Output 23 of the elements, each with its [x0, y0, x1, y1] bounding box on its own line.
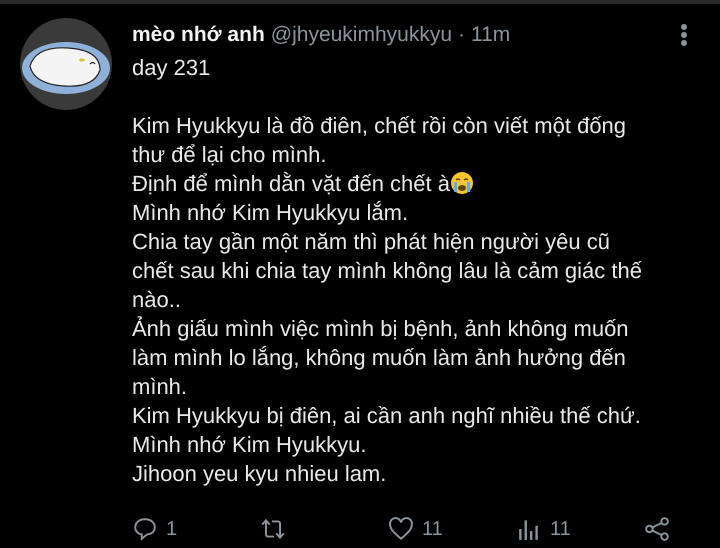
avatar-drawing[interactable] — [20, 18, 112, 110]
tweet-text: Kim Hyukkyu là đồ điên, chết rồi còn viết một đống thư để lại cho mình. — [132, 112, 628, 169]
crying-face-icon — [450, 171, 474, 195]
tweet-text: Kim Hyukkyu bị điên, ai cần anh nghĩ nhiều thế chứ. — [132, 402, 641, 430]
separator-dot: · — [458, 23, 465, 47]
action-count: 11 — [550, 518, 571, 540]
tweet-text: Jihoon yeu kyu nhieu lam. — [132, 460, 386, 488]
action-count: 1 — [166, 518, 178, 540]
tweet-text: day 231 — [132, 54, 212, 82]
timestamp[interactable]: 11m — [471, 23, 510, 47]
display-name[interactable]: mèo nhớ anh — [132, 23, 265, 47]
tweet-text: Ảnh giấu mình việc mình bị bệnh, ảnh không muốn làm mình lo lắng, không muốn làm ảnh hưởng đến mình. — [132, 315, 630, 401]
tweet-text: Định để mình dằn vặt đến chết à — [132, 170, 450, 198]
reply-icon[interactable] — [132, 516, 158, 542]
user-handle[interactable]: @jhyeukimhyukkyu — [270, 23, 452, 47]
tweet-text: Chia tay gần một năm thì phát hiện người yêu cũ chết sau khi chia tay mình không lâu là cảm giác thế nào.. — [132, 228, 643, 314]
more-options-icon[interactable] — [680, 23, 688, 47]
tweet-text: Mình nhớ Kim Hyukkyu lắm. — [132, 199, 408, 227]
tweet-text: Mình nhớ Kim Hyukkyu. — [132, 431, 367, 459]
share-icon[interactable] — [644, 516, 670, 542]
heart-icon[interactable] — [388, 516, 414, 542]
action-count: 11 — [422, 518, 443, 540]
retweet-icon[interactable] — [260, 516, 286, 542]
